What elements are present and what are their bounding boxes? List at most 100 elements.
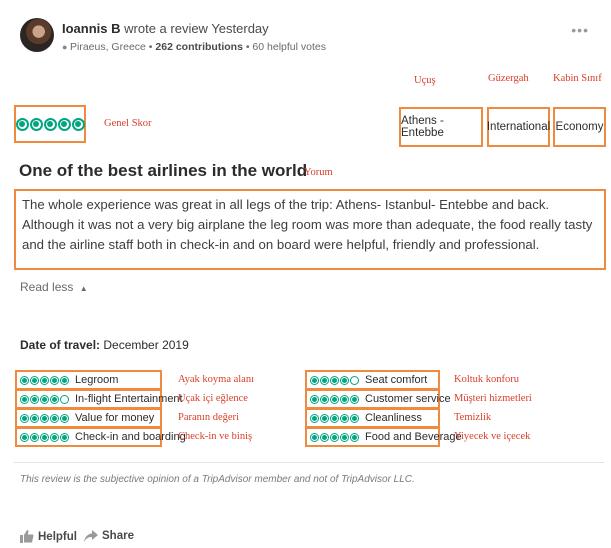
annotation-genel-skor: Genel Skor bbox=[104, 118, 152, 129]
bubble-filled-icon bbox=[330, 413, 339, 423]
bubble-filled-icon bbox=[50, 375, 59, 385]
rating-row-checkin-boarding: Check-in and boarding bbox=[15, 427, 186, 447]
bubble-filled-icon bbox=[340, 394, 349, 404]
bubble-filled-icon bbox=[330, 394, 339, 404]
bubble-filled-icon bbox=[20, 375, 29, 385]
helpful-label: Helpful bbox=[38, 530, 77, 543]
bubble-filled-icon bbox=[320, 375, 329, 385]
bubble-filled-icon bbox=[43, 117, 57, 131]
review-action-text: wrote a review Yesterday bbox=[124, 21, 269, 36]
rating-bubbles bbox=[310, 413, 359, 423]
bubble-filled-icon bbox=[320, 394, 329, 404]
bubble-filled-icon bbox=[20, 413, 29, 423]
rating-row-food-beverage: Food and Beverage bbox=[305, 427, 462, 447]
annotation-left-3: Check-in ve biniş bbox=[178, 431, 253, 442]
annotation-left-1: Uçak içi eğlence bbox=[178, 393, 248, 404]
rating-label: Food and Beverage bbox=[365, 431, 462, 443]
bubble-filled-icon bbox=[50, 413, 59, 423]
avatar[interactable] bbox=[20, 18, 54, 52]
bubble-filled-icon bbox=[310, 394, 319, 404]
bubble-empty-icon bbox=[60, 394, 69, 404]
bubble-filled-icon bbox=[30, 432, 39, 442]
region-tag: International bbox=[487, 107, 550, 147]
bubble-filled-icon bbox=[350, 432, 359, 442]
bubble-filled-icon bbox=[40, 413, 49, 423]
bubble-filled-icon bbox=[350, 394, 359, 404]
rating-label: Legroom bbox=[75, 374, 119, 386]
bubble-filled-icon bbox=[50, 394, 59, 404]
rating-row-value-for-money: Value for money bbox=[15, 408, 162, 428]
reviewer-line: Ioannis B wrote a review Yesterday bbox=[62, 21, 269, 36]
rating-row-cleanliness: Cleanliness bbox=[305, 408, 440, 428]
bubble-filled-icon bbox=[330, 375, 339, 385]
rating-row-customer-service: Customer service bbox=[305, 389, 451, 409]
bubble-filled-icon bbox=[310, 413, 319, 423]
date-of-travel: Date of travel: December 2019 bbox=[20, 338, 189, 352]
reviewer-location: Piraeus, Greece bbox=[70, 41, 146, 53]
rating-row-seat-comfort: Seat comfort bbox=[305, 370, 440, 390]
review-title[interactable]: One of the best airlines in the world bbox=[19, 161, 307, 181]
rating-bubbles bbox=[20, 432, 69, 442]
bubble-filled-icon bbox=[310, 432, 319, 442]
caret-up-icon: ▲ bbox=[79, 284, 88, 293]
rating-label: Seat comfort bbox=[365, 374, 428, 386]
bubble-filled-icon bbox=[30, 394, 39, 404]
rating-label: In-flight Entertainment bbox=[75, 393, 183, 405]
bubble-filled-icon bbox=[50, 432, 59, 442]
date-of-travel-value: December 2019 bbox=[103, 338, 189, 352]
bubble-filled-icon bbox=[60, 413, 69, 423]
bubble-filled-icon bbox=[20, 432, 29, 442]
annotation-left-2: Paranın değeri bbox=[178, 412, 239, 423]
helpful-button[interactable]: Helpful bbox=[20, 530, 77, 543]
share-button[interactable]: Share bbox=[84, 530, 134, 542]
rating-bubbles bbox=[310, 375, 359, 385]
annotation-right-1: Müşteri hizmetleri bbox=[454, 393, 532, 404]
annotation-left-0: Ayak koyma alanı bbox=[178, 374, 255, 385]
more-options-icon[interactable]: ••• bbox=[571, 22, 589, 38]
divider bbox=[14, 462, 604, 463]
rating-bubbles bbox=[310, 432, 359, 442]
rating-label: Value for money bbox=[75, 412, 155, 424]
cabin-class-tag: Economy bbox=[553, 107, 606, 147]
bubble-filled-icon bbox=[20, 394, 29, 404]
bubble-filled-icon bbox=[40, 432, 49, 442]
reviewer-name[interactable]: Ioannis B bbox=[62, 21, 121, 36]
bubble-filled-icon bbox=[330, 432, 339, 442]
annotation-right-0: Koltuk konforu bbox=[454, 374, 520, 385]
contributions-count: 262 contributions bbox=[155, 41, 243, 53]
bubble-filled-icon bbox=[30, 375, 39, 385]
bubble-filled-icon bbox=[30, 413, 39, 423]
helpful-votes-count: 60 helpful votes bbox=[252, 41, 326, 53]
reviewer-meta: ● Piraeus, Greece • 262 contributions • 6… bbox=[62, 41, 326, 53]
bubble-filled-icon bbox=[310, 375, 319, 385]
share-arrow-icon bbox=[84, 530, 98, 542]
annotation-right-2: Temizlik bbox=[454, 412, 492, 423]
location-pin-icon: ● bbox=[62, 42, 68, 52]
bubble-filled-icon bbox=[350, 413, 359, 423]
annotation-kabin-sinif: Kabin Sınıf bbox=[553, 73, 602, 84]
bubble-empty-icon bbox=[350, 375, 359, 385]
overall-score-box bbox=[14, 105, 86, 143]
read-less-label: Read less bbox=[20, 280, 74, 294]
rating-label: Check-in and boarding bbox=[75, 431, 186, 443]
date-of-travel-label: Date of travel: bbox=[20, 338, 101, 352]
annotation-guzergah: Güzergah bbox=[488, 73, 529, 84]
bubble-filled-icon bbox=[15, 117, 29, 131]
rating-bubbles bbox=[310, 394, 359, 404]
overall-rating-bubbles bbox=[15, 117, 85, 131]
disclaimer: This review is the subjective opinion of… bbox=[20, 474, 415, 485]
bubble-filled-icon bbox=[320, 432, 329, 442]
thumbs-up-icon bbox=[20, 530, 34, 543]
route-tag: Athens - Entebbe bbox=[399, 107, 483, 147]
bubble-filled-icon bbox=[40, 375, 49, 385]
bubble-filled-icon bbox=[340, 432, 349, 442]
read-less-link[interactable]: Read less ▲ bbox=[20, 280, 88, 294]
share-label: Share bbox=[102, 530, 134, 542]
review-body: The whole experience was great in all le… bbox=[14, 189, 606, 270]
rating-bubbles bbox=[20, 394, 69, 404]
bubble-filled-icon bbox=[71, 117, 85, 131]
rating-row-legroom: Legroom bbox=[15, 370, 162, 390]
rating-label: Customer service bbox=[365, 393, 451, 405]
rating-row-inflight-entertainment: In-flight Entertainment bbox=[15, 389, 183, 409]
bubble-filled-icon bbox=[57, 117, 71, 131]
